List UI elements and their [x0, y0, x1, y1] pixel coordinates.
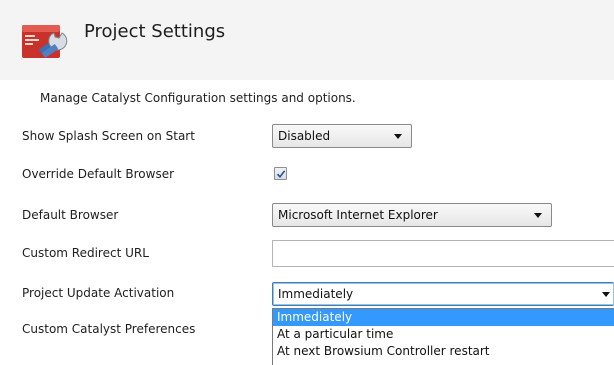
redirect-url-input[interactable]: [272, 240, 614, 267]
override-browser-checkbox[interactable]: [274, 167, 287, 180]
option-particular-time[interactable]: At a particular time: [273, 326, 614, 343]
splash-screen-value: Disabled: [278, 129, 331, 143]
default-browser-label: Default Browser: [22, 208, 119, 222]
default-browser-value: Microsoft Internet Explorer: [278, 208, 438, 222]
default-browser-select[interactable]: Microsoft Internet Explorer: [272, 203, 552, 227]
settings-wrench-icon: [22, 25, 68, 58]
override-browser-label: Override Default Browser: [22, 167, 175, 181]
page-title: Project Settings: [84, 21, 226, 42]
update-activation-label: Project Update Activation: [22, 286, 175, 300]
page-description: Manage Catalyst Configuration settings a…: [40, 91, 356, 105]
page-header: Project Settings: [0, 0, 614, 80]
option-controller-restart[interactable]: At next Browsium Controller restart: [273, 343, 614, 360]
update-activation-value: Immediately: [278, 287, 354, 301]
redirect-url-label: Custom Redirect URL: [22, 246, 149, 260]
update-activation-select[interactable]: Immediately: [272, 282, 614, 306]
splash-screen-label: Show Splash Screen on Start: [22, 129, 195, 143]
chevron-down-icon: [394, 134, 402, 139]
chevron-down-icon: [602, 292, 610, 297]
catalyst-preferences-label: Custom Catalyst Preferences: [22, 322, 196, 336]
chevron-down-icon: [534, 213, 542, 218]
splash-screen-select[interactable]: Disabled: [272, 124, 412, 148]
checkmark-icon: [276, 170, 286, 179]
update-activation-options: Immediately At a particular time At next…: [272, 308, 614, 365]
option-immediately[interactable]: Immediately: [273, 309, 614, 326]
